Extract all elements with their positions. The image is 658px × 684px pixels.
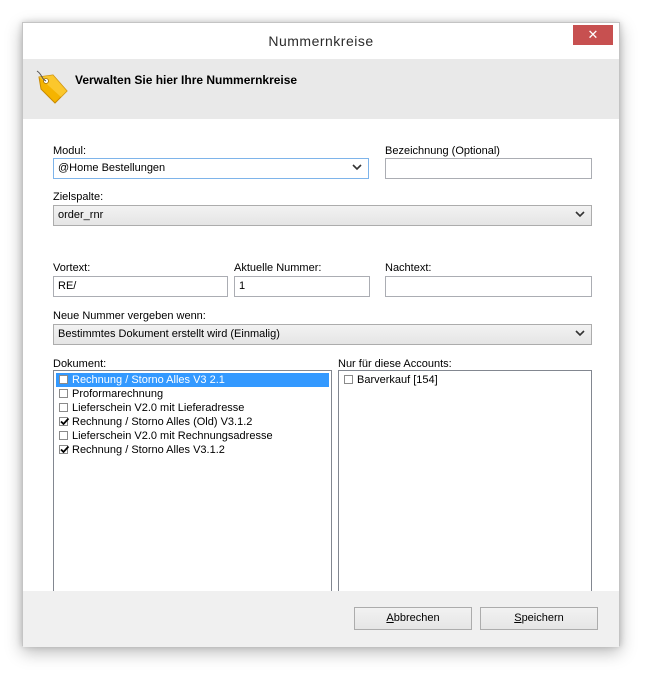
list-item-label: Lieferschein V2.0 mit Lieferadresse: [72, 402, 245, 414]
cancel-label: bbrechen: [393, 612, 440, 624]
checkbox[interactable]: [59, 375, 68, 384]
list-item-label: Rechnung / Storno Alles V3 2.1: [72, 374, 225, 386]
bezeichnung-input[interactable]: [385, 158, 592, 179]
checkbox-checked[interactable]: [59, 445, 70, 454]
modul-select-value: @Home Bestellungen: [58, 162, 166, 174]
nachtext-input[interactable]: [385, 276, 592, 297]
checkbox-checked[interactable]: [59, 417, 70, 426]
accounts-label: Nur für diese Accounts:: [338, 358, 452, 370]
list-item[interactable]: Rechnung / Storno Alles (Old) V3.1.2: [56, 415, 329, 429]
modul-select[interactable]: @Home Bestellungen: [53, 158, 369, 179]
list-item-label: Rechnung / Storno Alles (Old) V3.1.2: [72, 416, 253, 428]
checkbox[interactable]: [59, 389, 68, 398]
checkmark-icon: [60, 417, 70, 426]
title-bar: Nummernkreise ✕: [23, 23, 619, 59]
save-button[interactable]: Speichern: [480, 607, 598, 630]
checkbox[interactable]: [344, 375, 353, 384]
close-button[interactable]: ✕: [573, 25, 613, 45]
list-item-label: Barverkauf [154]: [357, 374, 438, 386]
chevron-down-icon: [575, 328, 585, 341]
zielspalte-select-value: order_rnr: [58, 209, 104, 221]
save-accesskey: S: [514, 612, 522, 624]
vortext-input[interactable]: RE/: [53, 276, 228, 297]
list-item[interactable]: Rechnung / Storno Alles V3 2.1: [56, 373, 329, 387]
list-item-label: Rechnung / Storno Alles V3.1.2: [72, 444, 225, 456]
cancel-button[interactable]: Abbrechen: [354, 607, 472, 630]
aktuelle-nummer-input[interactable]: 1: [234, 276, 370, 297]
cancel-accesskey: A: [386, 612, 394, 624]
list-item[interactable]: Proformarechnung: [56, 387, 329, 401]
neue-nummer-select[interactable]: Bestimmtes Dokument erstellt wird (Einma…: [53, 324, 592, 345]
checkmark-icon: [60, 445, 70, 454]
list-item[interactable]: Lieferschein V2.0 mit Lieferadresse: [56, 401, 329, 415]
checkbox[interactable]: [59, 403, 68, 412]
dokument-list[interactable]: Rechnung / Storno Alles V3 2.1 Proformare…: [53, 370, 332, 594]
list-item[interactable]: Barverkauf [154]: [341, 373, 589, 387]
window-title: Nummernkreise: [268, 33, 374, 49]
nachtext-label: Nachtext:: [385, 262, 432, 274]
neue-nummer-label: Neue Nummer vergeben wenn:: [53, 310, 206, 322]
chevron-down-icon: [352, 162, 362, 175]
list-item[interactable]: Lieferschein V2.0 mit Rechnungsadresse: [56, 429, 329, 443]
list-item[interactable]: Rechnung / Storno Alles V3.1.2: [56, 443, 329, 457]
bezeichnung-label: Bezeichnung (Optional): [385, 145, 500, 157]
chevron-down-icon: [575, 209, 585, 222]
neue-nummer-select-value: Bestimmtes Dokument erstellt wird (Einma…: [58, 328, 280, 340]
save-label: peichern: [521, 612, 564, 624]
dokument-label: Dokument:: [53, 358, 107, 370]
header-heading: Verwalten Sie hier Ihre Nummernkreise: [75, 73, 298, 87]
zielspalte-select[interactable]: order_rnr: [53, 205, 592, 226]
form-area: Modul: @Home Bestellungen Bezeichnung (O…: [23, 119, 619, 594]
modul-label: Modul:: [53, 145, 87, 157]
dialog-window: Nummernkreise ✕ Verwalten Sie hier Ihre …: [22, 22, 620, 647]
aktuelle-nummer-label: Aktuelle Nummer:: [234, 262, 322, 274]
vortext-label: Vortext:: [53, 262, 91, 274]
dialog-footer: Abbrechen Speichern: [23, 591, 619, 647]
header-banner: Verwalten Sie hier Ihre Nummernkreise: [23, 59, 619, 120]
accounts-list[interactable]: Barverkauf [154]: [338, 370, 592, 594]
list-item-label: Lieferschein V2.0 mit Rechnungsadresse: [72, 430, 273, 442]
list-item-label: Proformarechnung: [72, 388, 164, 400]
zielspalte-label: Zielspalte:: [53, 191, 104, 203]
tag-icon: [35, 69, 69, 108]
checkbox[interactable]: [59, 431, 68, 440]
